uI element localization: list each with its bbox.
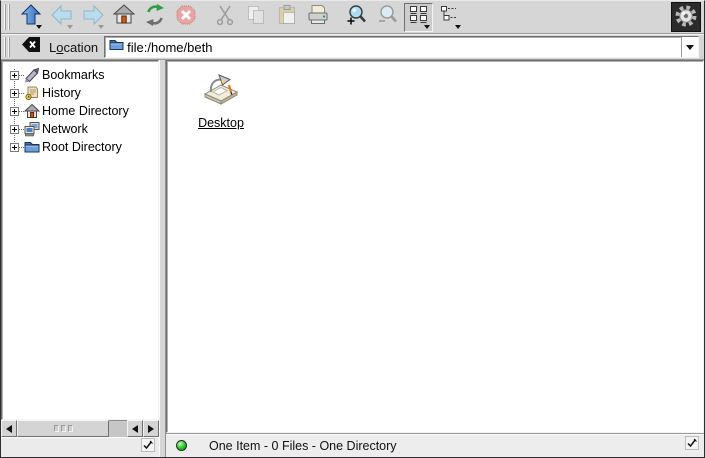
sidebar-item-home-directory[interactable]: Home Directory: [7, 102, 158, 120]
dropdown-caret-icon: [36, 25, 42, 29]
sidebar-item-label: Bookmarks: [40, 68, 105, 82]
print-button[interactable]: [303, 3, 332, 32]
triangle-left-icon: [132, 425, 138, 433]
dropdown-caret-icon: [67, 25, 73, 29]
file-item-label: Desktop: [198, 116, 244, 130]
status-text: One Item - 0 Files - One Directory: [209, 439, 397, 453]
dropdown-caret-icon: [424, 25, 430, 29]
sidebar-horizontal-scrollbar[interactable]: [1, 420, 159, 437]
scrollbar-track[interactable]: [109, 420, 127, 437]
thumb-grip: [61, 425, 66, 432]
home-directory-icon: [24, 103, 40, 119]
copy-button[interactable]: [241, 3, 270, 32]
toolbar-drag-handle[interactable]: [4, 37, 12, 57]
location-label-post: cation: [63, 40, 98, 55]
zoom-in-icon: [345, 3, 369, 32]
panel-splitter[interactable]: [159, 60, 166, 457]
konqueror-window: Location: [0, 0, 705, 458]
main-panel: Desktop One Item - 0 Files - One Directo…: [166, 60, 704, 457]
home-button[interactable]: [109, 3, 138, 32]
expand-plus-icon[interactable]: [10, 89, 19, 98]
main-toolbar: [1, 1, 704, 34]
print-icon: [306, 3, 330, 32]
sidebar-item-label: Home Directory: [40, 104, 129, 118]
desktop-folder-icon: [202, 73, 240, 112]
stop-button[interactable]: [171, 3, 200, 32]
sidebar-item-label: Network: [40, 122, 88, 136]
history-icon: [24, 85, 40, 101]
content-area: Bookmarks History: [1, 60, 704, 457]
zoom-out-button[interactable]: [373, 3, 402, 32]
location-dropdown-button[interactable]: [681, 37, 698, 57]
chevron-down-icon: [686, 45, 694, 50]
view-indicator-icon[interactable]: [141, 438, 155, 457]
folder-icon: [109, 37, 124, 57]
cut-icon: [213, 3, 237, 32]
expand-plus-icon[interactable]: [10, 71, 19, 80]
main-statusbar: One Item - 0 Files - One Directory: [166, 433, 704, 457]
scroll-right-button[interactable]: [143, 420, 159, 437]
kde-gear-logo[interactable]: [671, 2, 701, 32]
stop-icon: [174, 3, 198, 32]
back-button[interactable]: [47, 3, 76, 32]
expand-plus-icon[interactable]: [10, 143, 19, 152]
reload-button[interactable]: [140, 3, 169, 32]
sidebar-panel: Bookmarks History: [1, 60, 159, 457]
paste-button[interactable]: [272, 3, 301, 32]
cut-button[interactable]: [210, 3, 239, 32]
sidebar-statusbar: [1, 437, 159, 457]
reload-icon: [143, 3, 167, 32]
expand-plus-icon[interactable]: [10, 125, 19, 134]
up-button[interactable]: [16, 3, 45, 32]
sidebar-tree[interactable]: Bookmarks History: [1, 60, 159, 420]
network-icon: [24, 121, 40, 137]
clear-location-icon: [21, 35, 42, 59]
forward-button[interactable]: [78, 3, 107, 32]
zoom-out-icon: [376, 3, 400, 32]
icon-view-button[interactable]: [404, 3, 433, 32]
copy-icon: [244, 3, 268, 32]
scrollbar-thumb[interactable]: [17, 420, 109, 437]
status-led-icon: [176, 440, 187, 451]
location-label: Location: [47, 40, 100, 55]
tree-view-button[interactable]: [435, 3, 464, 32]
sidebar-item-root-directory[interactable]: Root Directory: [7, 138, 158, 156]
sidebar-item-network[interactable]: Network: [7, 120, 158, 138]
sidebar-item-label: Root Directory: [40, 140, 122, 154]
sidebar-item-history[interactable]: History: [7, 84, 158, 102]
dropdown-caret-icon: [455, 25, 461, 29]
location-combobox[interactable]: [104, 36, 699, 58]
triangle-left-icon: [6, 425, 12, 433]
home-icon: [112, 3, 136, 32]
expand-plus-icon[interactable]: [10, 107, 19, 116]
toolbar-drag-handle[interactable]: [4, 4, 12, 31]
triangle-right-icon: [148, 425, 154, 433]
scroll-left-button[interactable]: [1, 420, 17, 437]
thumb-grip: [54, 425, 59, 432]
sidebar-item-label: History: [40, 86, 81, 100]
bookmarks-icon: [24, 67, 40, 83]
folder-view[interactable]: Desktop: [166, 60, 704, 433]
dropdown-caret-icon: [98, 25, 104, 29]
thumb-grip: [68, 425, 73, 432]
sidebar-item-bookmarks[interactable]: Bookmarks: [7, 66, 158, 84]
view-indicator-icon[interactable]: [685, 436, 699, 455]
clear-location-button[interactable]: [19, 36, 43, 58]
location-input[interactable]: [124, 37, 681, 57]
scroll-left-button-2[interactable]: [127, 420, 143, 437]
paste-icon: [275, 3, 299, 32]
file-item-desktop[interactable]: Desktop: [183, 73, 259, 130]
location-toolbar: Location: [1, 34, 704, 60]
zoom-in-button[interactable]: [342, 3, 371, 32]
root-directory-icon: [24, 139, 40, 155]
